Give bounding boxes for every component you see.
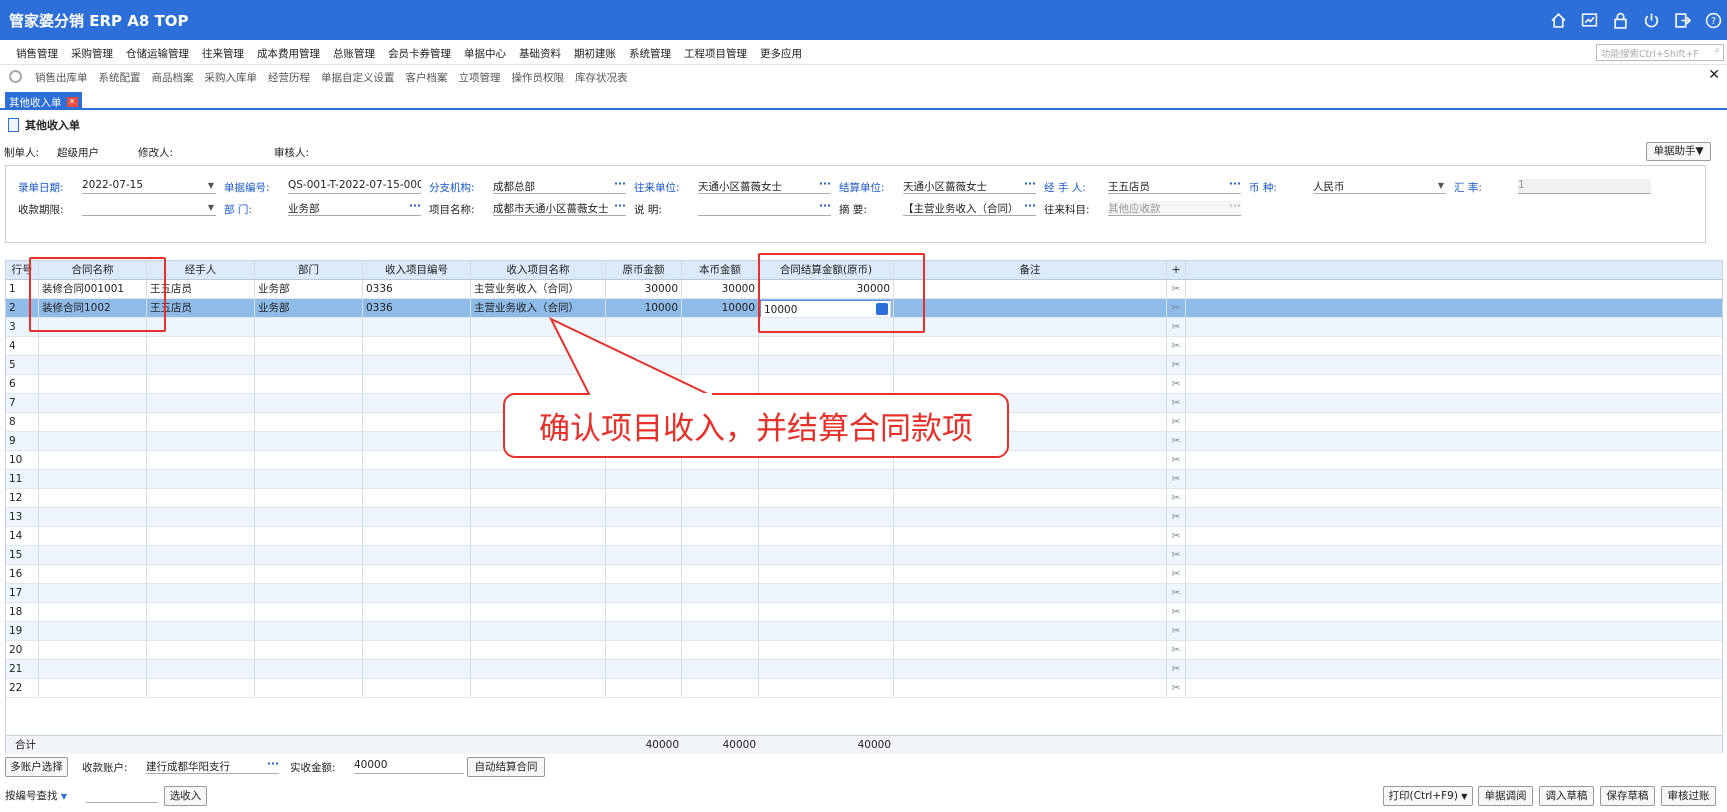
multi-account-button[interactable]: 多账户选择 [5, 757, 68, 777]
more-icon[interactable]: ··· [267, 759, 279, 770]
save-draft-button[interactable]: 保存草稿 [1600, 786, 1655, 806]
payment-bar: 多账户选择 收款账户: 建行成都华阳支行 ··· 实收金额: 40000 自动结算… [5, 757, 1725, 779]
print-button[interactable]: 打印(Ctrl+F9) ▼ [1383, 786, 1473, 806]
find-by-no-select[interactable]: 按编号查找 ▼ [5, 788, 67, 803]
action-bar: 按编号查找 ▼ 选收入 打印(Ctrl+F9) ▼ 单据调阅 调入草稿 保存草稿… [0, 783, 1727, 812]
callout-text: 确认项目收入，并结算合同款项 [539, 411, 973, 447]
find-by-no-input[interactable] [86, 788, 158, 803]
chevron-down-icon[interactable]: ▼ [1461, 792, 1467, 801]
auto-settle-button[interactable]: 自动结算合同 [467, 757, 545, 777]
chevron-down-icon[interactable]: ▼ [61, 792, 67, 801]
annotation-callout: 确认项目收入，并结算合同款项 [503, 393, 1009, 458]
retrieve-doc-button[interactable]: 单据调阅 [1478, 786, 1533, 806]
pick-income-button[interactable]: 选收入 [164, 786, 207, 806]
load-draft-button[interactable]: 调入草稿 [1539, 786, 1594, 806]
paid-amount-label: 实收金额: [290, 762, 336, 774]
audit-post-button[interactable]: 审核过账 [1661, 786, 1716, 806]
receive-account-value: 建行成都华阳支行 [146, 761, 230, 773]
callout-join [590, 393, 712, 397]
find-by-no-label: 按编号查找 [5, 790, 58, 802]
print-label: 打印(Ctrl+F9) [1388, 790, 1458, 802]
paid-amount-field[interactable]: 40000 [354, 759, 464, 774]
receive-account-field[interactable]: 建行成都华阳支行 ··· [146, 759, 279, 774]
paid-amount-value: 40000 [354, 759, 388, 771]
receive-account-label: 收款账户: [82, 762, 128, 774]
